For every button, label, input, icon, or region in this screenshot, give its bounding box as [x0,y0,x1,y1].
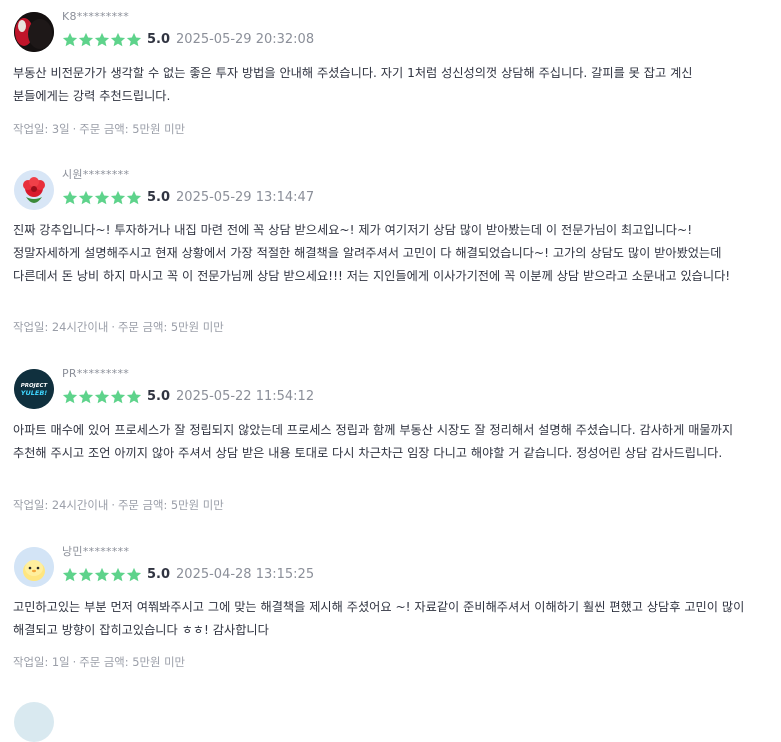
star-rating [62,32,142,48]
review-text: 진짜 강추입니다~! 투자하거나 내집 마련 전에 꼭 상담 받으세요~! 제가… [13,223,731,283]
star-icon [110,32,126,48]
rating-row: 5.0 2025-05-29 13:14:47 [62,189,314,207]
reviewer-nickname: K8********* [62,10,130,23]
avatar[interactable] [14,12,54,52]
dark-portrait-avatar-icon [14,12,54,52]
order-amount: 주문 금액: 5만원 미만 [79,122,186,136]
rating-score: 5.0 [147,567,171,582]
avatar[interactable] [14,547,54,587]
work-time: 작업일: 1일 [13,655,70,669]
star-icon [62,190,78,206]
star-icon [94,190,110,206]
reviewer-nickname: 시원******** [62,168,130,181]
star-icon [62,32,78,48]
yellow-chick-avatar-icon [14,547,54,587]
work-time: 작업일: 24시간이내 [13,320,109,334]
star-rating [62,389,142,405]
review-meta: 작업일: 1일 · 주문 금액: 5만원 미만 [13,655,185,669]
star-icon [126,190,142,206]
review-date: 2025-05-29 13:14:47 [176,190,315,205]
reviewer-nickname: 낭민******** [62,545,130,558]
order-amount: 주문 금액: 5만원 미만 [117,498,224,512]
rating-score: 5.0 [147,32,171,47]
rating-row: 5.0 2025-05-22 11:54:12 [62,388,314,406]
project-logo-avatar-icon: PROJECT YULEB! [14,369,54,409]
star-icon [62,567,78,583]
star-icon [78,567,94,583]
rating-score: 5.0 [147,389,171,404]
rating-row: 5.0 2025-04-28 13:15:25 [62,566,314,584]
meta-separator: · [111,498,115,512]
red-flower-avatar-icon [14,170,54,210]
review-date: 2025-05-22 11:54:12 [176,389,315,404]
avatar[interactable] [14,170,54,210]
star-icon [110,567,126,583]
review-text: 부동산 비전문가가 생각할 수 없는 좋은 투자 방법을 안내해 주셨습니다. … [13,66,693,103]
star-icon [126,32,142,48]
star-icon [94,567,110,583]
star-rating [62,567,142,583]
review-text: 아파트 매수에 있어 프로세스가 잘 정립되지 않았는데 프로세스 정립과 함께… [13,423,734,460]
review-meta: 작업일: 24시간이내 · 주문 금액: 5만원 미만 [13,498,224,512]
avatar[interactable]: PROJECT YULEB! [14,369,54,409]
avatar[interactable] [14,702,54,742]
work-time: 작업일: 3일 [13,122,70,136]
rating-score: 5.0 [147,190,171,205]
review-text: 고민하고있는 부분 먼저 여쭤봐주시고 그에 맞는 해결책을 제시해 주셨어요 … [13,600,745,637]
review-meta: 작업일: 3일 · 주문 금액: 5만원 미만 [13,122,185,136]
star-icon [94,389,110,405]
star-icon [126,567,142,583]
order-amount: 주문 금액: 5만원 미만 [117,320,224,334]
review-meta: 작업일: 24시간이내 · 주문 금액: 5만원 미만 [13,320,224,334]
star-icon [78,32,94,48]
star-icon [94,32,110,48]
review-date: 2025-05-29 20:32:08 [176,32,315,47]
avatar-logo-text-bottom: YULEB! [21,389,48,397]
star-icon [126,389,142,405]
star-rating [62,190,142,206]
meta-separator: · [111,320,115,334]
review-date: 2025-04-28 13:15:25 [176,567,315,582]
star-icon [78,389,94,405]
star-icon [110,190,126,206]
star-icon [62,389,78,405]
meta-separator: · [72,122,77,136]
star-icon [78,190,94,206]
reviewer-nickname: PR********* [62,367,130,380]
work-time: 작업일: 24시간이내 [13,498,109,512]
order-amount: 주문 금액: 5만원 미만 [79,655,186,669]
rating-row: 5.0 2025-05-29 20:32:08 [62,31,314,49]
star-icon [110,389,126,405]
meta-separator: · [72,655,77,669]
